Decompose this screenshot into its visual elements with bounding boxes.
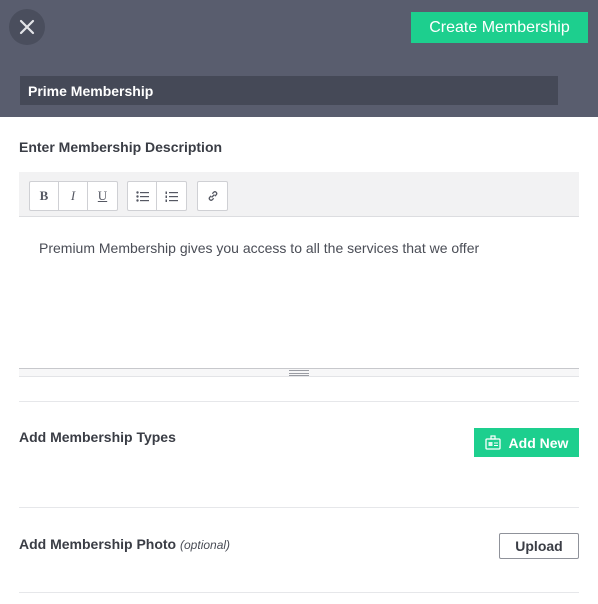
membership-types-label: Add Membership Types xyxy=(19,429,176,445)
section-divider xyxy=(19,401,579,402)
bold-button[interactable]: B xyxy=(30,182,59,210)
numbered-list-icon xyxy=(165,191,178,202)
section-divider xyxy=(19,592,579,593)
membership-photo-label: Add Membership Photo (optional) xyxy=(19,536,230,552)
section-divider xyxy=(19,507,579,508)
numbered-list-button[interactable] xyxy=(157,182,186,210)
list-button-group xyxy=(127,181,187,211)
resize-grip-icon[interactable] xyxy=(289,370,309,376)
link-button[interactable] xyxy=(198,182,227,210)
format-button-group: B I U xyxy=(29,181,118,211)
bullet-list-button[interactable] xyxy=(128,182,157,210)
italic-button[interactable]: I xyxy=(59,182,88,210)
upload-button[interactable]: Upload xyxy=(499,533,579,559)
membership-name-input[interactable]: Prime Membership xyxy=(20,76,558,105)
link-icon xyxy=(208,191,217,201)
modal-header: Create Membership Prime Membership xyxy=(0,0,598,117)
add-new-label: Add New xyxy=(508,434,569,451)
editor-toolbar: B I U xyxy=(19,172,579,217)
add-new-button[interactable]: Add New xyxy=(474,428,579,457)
underline-button[interactable]: U xyxy=(88,182,117,210)
rich-text-editor: B I U Premium Membership gives you acces… xyxy=(19,172,579,377)
add-membership-icon xyxy=(484,435,501,450)
close-icon xyxy=(19,19,35,35)
close-button[interactable] xyxy=(9,9,45,45)
description-text-area[interactable]: Premium Membership gives you access to a… xyxy=(19,218,579,368)
link-button-group xyxy=(197,181,228,211)
photo-label-text: Add Membership Photo xyxy=(19,536,177,552)
description-label: Enter Membership Description xyxy=(19,139,223,155)
bullet-list-icon xyxy=(135,190,149,202)
create-membership-button[interactable]: Create Membership xyxy=(411,12,588,43)
editor-resize-bar[interactable] xyxy=(19,368,579,377)
optional-note: (optional) xyxy=(180,538,231,552)
